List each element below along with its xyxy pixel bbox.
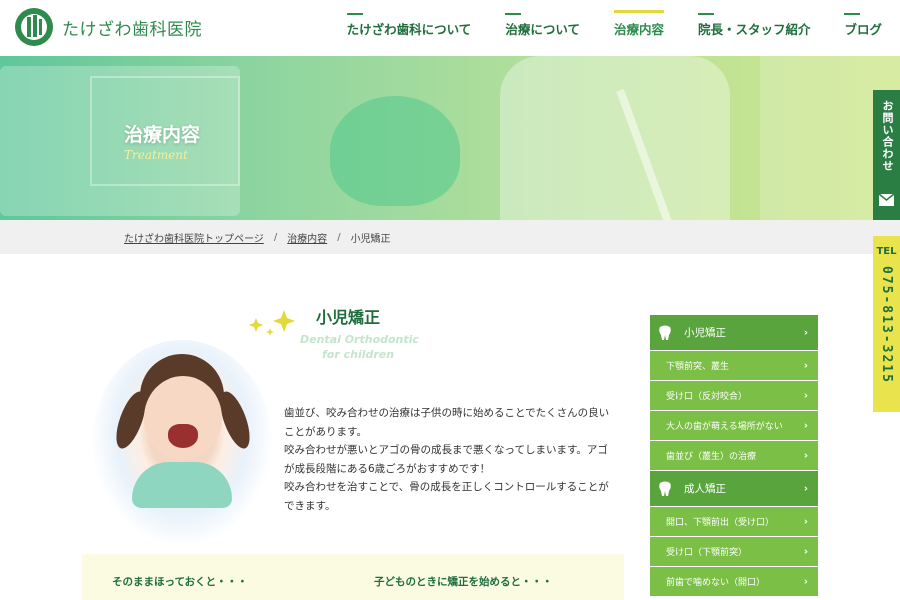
nav-item-blog[interactable]: ブログ <box>844 0 882 56</box>
side-menu-item-label: 開口、下顎前出（受け口） <box>666 518 775 528</box>
chevron-right-icon: › <box>803 483 808 494</box>
site-logo[interactable]: たけざわ歯科医院 <box>14 6 202 48</box>
logo-text: たけざわ歯科医院 <box>62 19 202 40</box>
tel-number: 075-813-3215 <box>879 266 894 384</box>
hero-chair-shape <box>330 96 460 206</box>
side-menu-item[interactable]: 前歯で噛めない（開口） › <box>650 567 818 597</box>
side-menu-category-child[interactable]: 小児矯正 › <box>650 315 818 351</box>
side-menu-item-label: 歯並び（叢生）の治療 <box>666 452 757 462</box>
chevron-right-icon: › <box>803 576 808 587</box>
side-menu-item[interactable]: 大人の歯が萌える場所がない › <box>650 411 818 441</box>
side-menu-item-label: 受け口（下顎前突） <box>666 548 748 558</box>
global-nav: たけざわ歯科について 治療について 治療内容 院長・スタッフ紹介 ブログ <box>346 0 882 56</box>
hero-title: 治療内容 <box>124 124 201 146</box>
description-text: 歯並び、咬み合わせの治療は子供の時に始めることでたくさんの良い ことがあります。… <box>284 404 620 515</box>
side-menu-item[interactable]: 開口、下顎前出（受け口） › <box>650 507 818 537</box>
section-subtitle-line: for children <box>322 348 395 361</box>
nav-item-about-clinic[interactable]: たけざわ歯科について <box>346 0 471 56</box>
chevron-right-icon: › <box>803 546 808 557</box>
side-menu-item[interactable]: 歯並び（叢生）の治療 › <box>650 441 818 471</box>
hero-banner: 治療内容 Treatment <box>0 56 900 220</box>
site-header: たけざわ歯科医院 たけざわ歯科について 治療について 治療内容 院長・スタッフ紹… <box>0 0 900 56</box>
side-menu-item[interactable]: 受け口（反対咬合） › <box>650 381 818 411</box>
side-menu-item-label: 前歯で噛めない（開口） <box>666 578 766 588</box>
tooth-icon <box>659 481 671 496</box>
breadcrumb: たけざわ歯科医院トップページ / 治療内容 / 小児矯正 <box>0 220 900 254</box>
breadcrumb-separator: / <box>273 231 278 243</box>
chevron-right-icon: › <box>803 450 808 461</box>
breadcrumb-separator: / <box>337 231 341 243</box>
side-menu-item[interactable]: 下顎前突、叢生 › <box>650 351 818 381</box>
description-line: 咬み合わせを治すことで、骨の成長を正しくコントロールすることが <box>284 481 609 493</box>
child-photo <box>92 340 272 545</box>
tooth-icon <box>659 325 671 340</box>
nav-item-treatments[interactable]: 治療内容 <box>613 0 664 56</box>
tel-tab[interactable]: TEL 075-813-3215 <box>873 236 900 412</box>
description-line: できます。 <box>284 499 336 512</box>
chevron-right-icon: › <box>803 390 808 401</box>
chevron-right-icon: › <box>803 516 808 527</box>
breadcrumb-home[interactable]: たけざわ歯科医院トップページ <box>124 230 264 245</box>
side-menu-category-label: 小児矯正 <box>684 327 726 339</box>
logo-mark-icon <box>15 8 53 46</box>
tel-label: TEL <box>876 246 897 257</box>
description-line: ことがあります。 <box>284 425 367 438</box>
side-menu-item-label: 大人の歯が萌える場所がない <box>666 422 783 432</box>
description-line: が成長段階にある6歳ごろがおすすめです！ <box>284 462 491 475</box>
description-line: 咬み合わせが悪いとアゴの骨の成長まで悪くなってしまいます。アゴ <box>284 444 608 456</box>
sparkle-icon <box>249 310 295 336</box>
side-menu-item[interactable]: 受け口（下顎前突） › <box>650 537 818 567</box>
side-menu-item-label: 受け口（反対咬合） <box>666 392 748 402</box>
right-heading: 子どものときに矯正を始めると・・・ <box>374 576 553 588</box>
breadcrumb-treatments[interactable]: 治療内容 <box>287 230 327 245</box>
side-menu: 小児矯正 › 下顎前突、叢生 › 受け口（反対咬合） › 大人の歯が萌える場所が… <box>650 315 818 597</box>
hero-lamp-shape <box>500 56 730 220</box>
side-menu-category-adult[interactable]: 成人矯正 › <box>650 471 818 507</box>
contact-label: お問い合わせ <box>881 100 894 172</box>
section-subtitle-line: Dental Orthodontic <box>300 333 419 346</box>
chevron-right-icon: › <box>803 360 808 371</box>
hero-subtitle: Treatment <box>124 148 188 162</box>
nav-item-staff[interactable]: 院長・スタッフ紹介 <box>697 0 810 56</box>
description-line: 歯並び、咬み合わせの治療は子供の時に始めることでたくさんの良い <box>284 407 610 419</box>
section-title: 小児矯正 <box>316 308 381 327</box>
side-menu-category-label: 成人矯正 <box>684 483 726 495</box>
breadcrumb-current: 小児矯正 <box>350 233 391 245</box>
side-menu-item-label: 下顎前突、叢生 <box>666 362 730 372</box>
comparison-box: そのままほっておくと・・・ 子どものときに矯正を始めると・・・ <box>82 554 624 600</box>
chevron-right-icon: › <box>803 327 808 338</box>
mail-icon <box>879 194 894 206</box>
chevron-right-icon: › <box>803 420 808 431</box>
left-heading: そのままほっておくと・・・ <box>112 576 248 588</box>
section-subtitle: Dental Orthodontic for children <box>300 332 419 362</box>
contact-tab[interactable]: お問い合わせ <box>873 90 900 220</box>
nav-item-about-treatment[interactable]: 治療について <box>505 0 580 56</box>
